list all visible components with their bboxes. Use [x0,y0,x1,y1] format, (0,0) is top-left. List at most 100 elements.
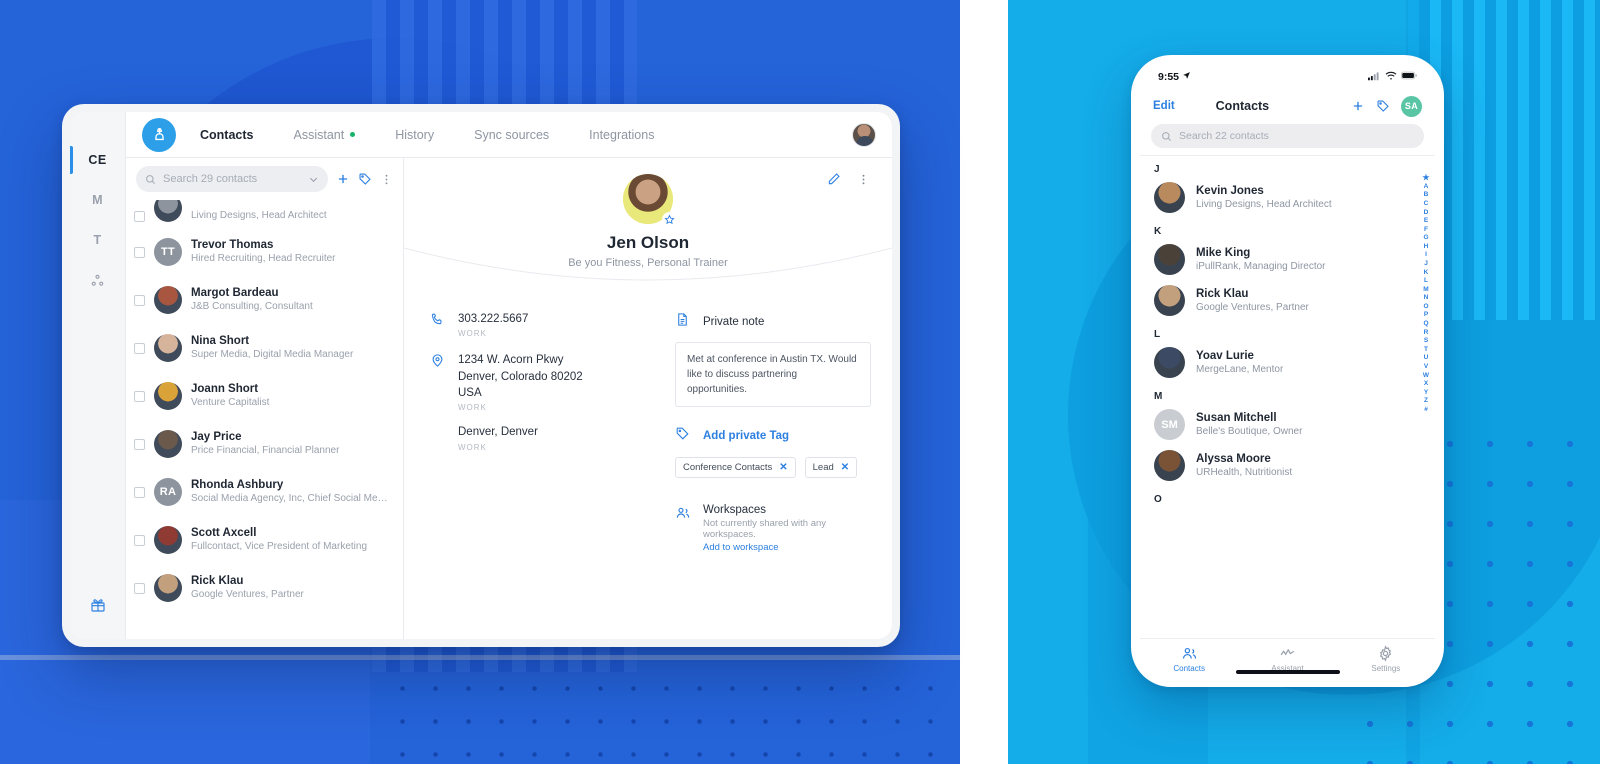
contact-list-item[interactable]: Joann Short Venture Capitalist [126,372,403,420]
contact-list-item[interactable]: Mike King iPullRank, Managing Director [1140,239,1435,280]
address-field[interactable]: 1234 W. Acorn Pkwy Denver, Colorado 80202… [430,352,645,452]
contact-avatar[interactable] [154,574,182,602]
tab-history[interactable]: History [375,128,454,142]
edit-button[interactable]: Edit [1153,100,1175,112]
alpha-index-letter[interactable]: N [1424,294,1429,303]
chevron-down-icon[interactable] [308,174,319,185]
contact-avatar[interactable] [1154,244,1185,275]
tag-chip[interactable]: Conference Contacts ✕ [675,457,796,478]
alpha-index-letter[interactable]: Q [1423,320,1428,329]
alphabet-index[interactable]: ★ A B C D E F G H I J K L M N O P Q R S T U V W X Y Z # [1420,173,1432,414]
contact-list-item[interactable]: SM Susan Mitchell Belle's Boutique, Owner [1140,404,1435,445]
row-checkbox[interactable] [134,582,145,594]
alpha-index-letter[interactable]: S [1424,337,1428,346]
alpha-index-letter[interactable]: V [1424,363,1428,372]
rail-item-gift[interactable] [70,585,126,625]
alpha-index-letter[interactable]: I [1425,251,1427,260]
alpha-index-letter[interactable]: P [1424,311,1428,320]
rail-item-m[interactable]: M [70,180,126,220]
phone-field[interactable]: 303.222.5667 WORK [430,311,645,338]
add-contact-button[interactable] [336,172,350,186]
contact-list-item[interactable]: Rick Klau Google Ventures, Partner [126,564,403,612]
alpha-index-letter[interactable]: W [1423,372,1429,381]
tab-sync-sources[interactable]: Sync sources [454,128,569,142]
tab-assistant[interactable]: Assistant [273,128,375,142]
alpha-index-letter[interactable]: U [1424,354,1429,363]
contact-avatar[interactable]: SM [1154,409,1185,440]
tab-contacts[interactable]: Contacts [1140,645,1238,673]
rail-item-ce[interactable]: CE [70,140,126,180]
contact-list-item[interactable]: Jay Price Price Financial, Financial Plan… [126,420,403,468]
contact-avatar[interactable]: TT [154,238,182,266]
private-note-textarea[interactable]: Met at conference in Austin TX. Would li… [675,342,871,407]
alpha-index-letter[interactable]: J [1424,260,1428,269]
row-checkbox[interactable] [134,390,145,402]
tag-button[interactable] [358,172,372,186]
alpha-index-letter[interactable]: G [1423,234,1428,243]
search-input[interactable]: Search 22 contacts [1151,124,1424,148]
alpha-index-letter[interactable]: B [1424,191,1429,200]
contact-list-item[interactable]: TT Trevor Thomas Hired Recruiting, Head Re… [126,228,403,276]
alpha-index-letter[interactable]: C [1424,200,1429,209]
add-contact-button[interactable] [1351,99,1365,113]
tab-contacts[interactable]: Contacts [180,128,273,142]
contact-avatar[interactable] [623,174,677,227]
contact-list-item[interactable]: Margot Bardeau J&B Consulting, Consultant [126,276,403,324]
row-checkbox[interactable] [134,342,145,354]
tab-settings[interactable]: Settings [1337,644,1435,673]
rail-item-network[interactable] [70,260,126,300]
alpha-index-letter[interactable]: R [1424,329,1429,338]
app-logo[interactable] [142,112,176,163]
alpha-index-letter[interactable]: X [1424,380,1428,389]
contact-avatar[interactable] [1154,285,1185,316]
contact-list-item[interactable]: Kevin Jones Living Designs, Head Architec… [1140,177,1435,218]
alpha-index-letter[interactable]: M [1423,286,1428,295]
phone-contacts-list[interactable]: J Kevin Jones Living Designs, Head Archite… [1140,155,1435,638]
alpha-index-letter[interactable]: K [1424,269,1429,278]
rail-item-t[interactable]: T [70,220,126,260]
row-checkbox[interactable] [134,534,145,546]
close-icon[interactable]: ✕ [779,462,787,473]
alpha-index-letter[interactable]: E [1424,217,1428,226]
contact-avatar[interactable] [154,430,182,458]
contact-list-item[interactable]: Living Designs, Head Architect [126,200,403,228]
contact-avatar[interactable] [154,334,182,362]
contacts-list-scroll[interactable]: Living Designs, Head Architect TT Trevor T… [126,200,403,639]
row-checkbox[interactable] [134,211,145,222]
alpha-index-letter[interactable]: L [1424,277,1428,286]
contact-avatar[interactable]: RA [154,478,182,506]
row-checkbox[interactable] [134,246,145,258]
contact-avatar[interactable] [154,286,182,314]
add-private-tag-button[interactable]: Add private Tag [675,425,866,446]
close-icon[interactable]: ✕ [841,462,849,473]
add-to-workspace-link[interactable]: Add to workspace [703,542,866,553]
row-checkbox[interactable] [134,486,145,498]
alpha-index-letter[interactable]: Z [1424,397,1428,406]
tag-button[interactable] [1376,99,1390,113]
alpha-index-letter[interactable]: Y [1424,389,1428,398]
alpha-index-letter[interactable]: O [1423,303,1428,312]
contact-avatar[interactable] [154,200,182,222]
alpha-index-letter[interactable]: T [1424,346,1428,355]
contact-avatar[interactable] [1154,450,1185,481]
contact-avatar[interactable] [1154,347,1185,378]
contact-list-item[interactable]: Alyssa Moore URHealth, Nutritionist [1140,445,1435,486]
contact-avatar[interactable] [1154,182,1185,213]
alpha-index-letter[interactable]: H [1424,243,1429,252]
favorite-star-button[interactable] [662,212,677,227]
contact-list-item[interactable]: RA Rhonda Ashbury Social Media Agency, Inc… [126,468,403,516]
contact-avatar[interactable] [154,382,182,410]
row-checkbox[interactable] [134,438,145,450]
tab-assistant[interactable]: Assistant [1238,645,1336,673]
avatar[interactable]: SA [1400,95,1422,117]
tab-integrations[interactable]: Integrations [569,128,674,142]
contact-list-item[interactable]: Yoav Lurie MergeLane, Mentor [1140,342,1435,383]
contact-list-item[interactable]: Nina Short Super Media, Digital Media Man… [126,324,403,372]
user-avatar[interactable] [852,122,876,147]
row-checkbox[interactable] [134,294,145,306]
alpha-index-letter[interactable]: F [1424,226,1428,235]
contact-avatar[interactable] [154,526,182,554]
alpha-index-letter[interactable]: D [1424,209,1429,218]
alpha-index-letter[interactable]: A [1424,183,1429,192]
search-input[interactable]: Search 29 contacts [136,166,328,192]
